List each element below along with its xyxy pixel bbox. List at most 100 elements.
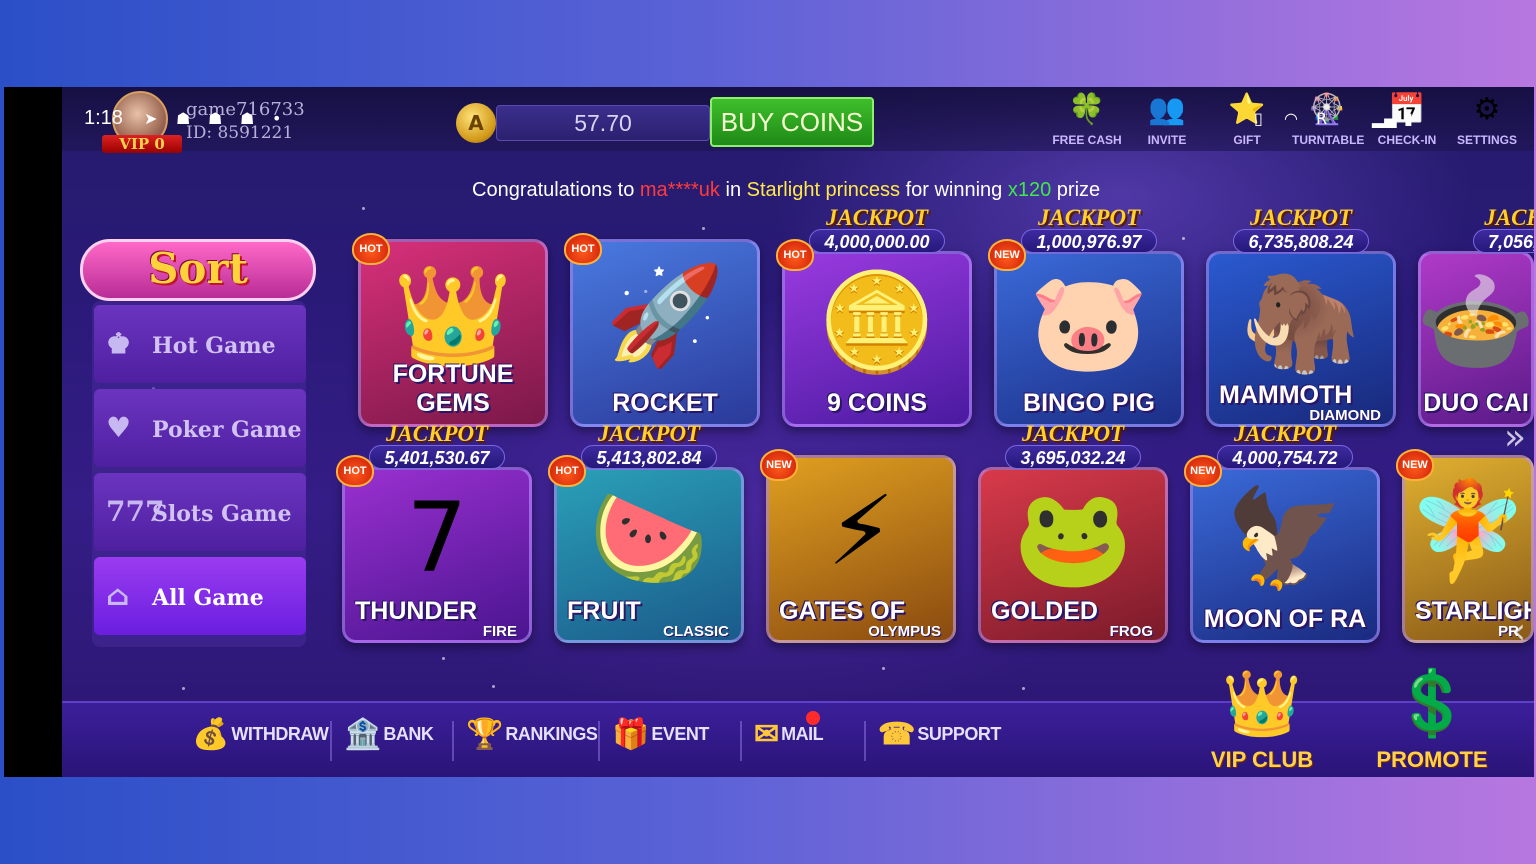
scroll-right-arrow-icon[interactable]: » <box>1504 417 1526 458</box>
bottom-nav-bank[interactable]: 🏦 BANK <box>344 717 434 767</box>
jackpot-banner: JACKPOT 4,000,754.72 <box>1190 422 1380 469</box>
player-username: game716733 <box>186 99 305 120</box>
sort-item-all-game[interactable]: ⌂ All Game <box>94 557 306 635</box>
hot-badge: HOT <box>352 233 390 265</box>
bottom-nav-label: SUPPORT <box>917 724 1001 744</box>
top-nav-settings[interactable]: ⚙ SETTINGS <box>1452 91 1522 149</box>
sort-item-label: Slots Game <box>152 501 292 527</box>
vip-club-label: VIP CLUB <box>1210 747 1314 772</box>
hot-badge: HOT <box>548 455 586 487</box>
top-nav-gift[interactable]: ⭐ GIFT <box>1212 91 1282 149</box>
game-art-icon: 🍉 <box>589 482 709 594</box>
jackpot-banner: JACKPOT 6,735,808.24 <box>1206 206 1396 253</box>
jackpot-value: 4,000,000.00 <box>809 229 945 253</box>
jackpot-title: JACKPOT <box>1021 421 1125 446</box>
win-announcement-marquee: Congratulations to ma****uk in Starlight… <box>472 179 1152 202</box>
bottom-nav-divider <box>598 721 600 761</box>
bottom-nav-label: MAIL <box>781 724 824 744</box>
top-nav-check-in[interactable]: 📅 CHECK-IN <box>1372 91 1442 149</box>
game-title: DUO CAI <box>1423 389 1529 417</box>
withdraw-icon: 💰 <box>192 718 230 751</box>
vip-level-badge[interactable]: VIP 0 <box>102 135 182 153</box>
jackpot-banner: JACKPOT 4,000,000.00 <box>782 205 972 253</box>
crown-icon: ♚ <box>106 327 132 360</box>
bottom-nav-support[interactable]: ☎ SUPPORT <box>878 717 1001 767</box>
game-title: THUNDER <box>355 597 478 625</box>
game-tile-rocket[interactable]: 🚀 ROCKET <box>570 239 760 427</box>
jackpot-value: 5,413,802.84 <box>581 445 717 469</box>
sort-item-slots-game[interactable]: 777 Slots Game <box>94 473 306 551</box>
jackpot-title: JACK <box>1484 205 1534 230</box>
bottom-nav-divider <box>740 721 742 761</box>
game-tile-gates-of[interactable]: ⚡ GATES OF OLYMPUS <box>766 455 956 643</box>
sort-item-poker-game[interactable]: ♥ Poker Game <box>94 389 306 467</box>
new-badge: NEW <box>1396 449 1434 481</box>
marquee-mid2: for winning <box>900 179 1008 201</box>
scroll-left-arrow-icon[interactable]: ‹ <box>1512 611 1526 652</box>
bottom-nav-divider <box>452 721 454 761</box>
marquee-mid: in <box>719 179 747 201</box>
game-subtitle: FIRE <box>482 623 517 640</box>
jackpot-title: JACKPOT <box>385 421 489 446</box>
game-title: BINGO PIG <box>1023 389 1155 417</box>
sort-panel: ♚ Hot Game ♥ Poker Game 777 Slots Game ⌂ All Ga… <box>92 301 306 647</box>
home-icon: ⌂ <box>106 579 130 612</box>
top-nav-label: INVITE <box>1147 133 1187 147</box>
game-tile-9-coins[interactable]: 🪙 9 COINS <box>782 251 972 427</box>
gift-icon: ⭐ <box>1228 92 1266 127</box>
top-nav-free-cash[interactable]: 🍀 FREE CASH <box>1052 91 1122 149</box>
invite-icon: 👥 <box>1148 92 1186 127</box>
game-title: GATES OF <box>779 597 905 625</box>
game-art-icon: 🦅 <box>1225 482 1345 594</box>
game-title: GOLDED <box>991 597 1098 625</box>
bottom-nav-withdraw[interactable]: 💰 WITHDRAW <box>192 717 329 767</box>
game-tile-duo-cai[interactable]: 🍲 DUO CAI <box>1418 251 1534 427</box>
buy-coins-button[interactable]: BUY COINS <box>710 97 874 147</box>
jackpot-value: 6,735,808.24 <box>1233 229 1369 253</box>
game-tile-moon-of-ra[interactable]: 🦅 MOON OF RA <box>1190 467 1380 643</box>
turntable-icon: 🎡 <box>1308 92 1346 127</box>
game-tile-fortune-gems[interactable]: 👑 FORTUNE GEMS <box>358 239 548 427</box>
jackpot-title: JACKPOT <box>1037 205 1141 230</box>
hot-badge: HOT <box>336 455 374 487</box>
bottom-nav-event[interactable]: 🎁 EVENT <box>612 717 709 767</box>
game-tile-fruit[interactable]: 🍉 FRUIT CLASSIC <box>554 467 744 643</box>
top-bar: VIP 0 game716733 ID: 8591221 A 57.70 BUY… <box>62 87 1534 153</box>
top-nav-turntable[interactable]: 🎡 TURNTABLE <box>1292 91 1364 149</box>
vip-club-button[interactable]: 👑 VIP CLUB <box>1192 661 1332 773</box>
mail-icon: ✉ <box>754 718 780 751</box>
jackpot-banner: JACKPOT 3,695,032.24 <box>978 421 1168 469</box>
game-tile-bingo-pig[interactable]: 🐷 BINGO PIG <box>994 251 1184 427</box>
game-tile-golded[interactable]: 🐸 GOLDED FROG <box>978 467 1168 643</box>
top-nav-label: CHECK-IN <box>1377 133 1437 147</box>
top-nav-invite[interactable]: 👥 INVITE <box>1132 91 1202 149</box>
hot-badge: HOT <box>776 239 814 271</box>
support-icon: ☎ <box>878 718 916 751</box>
top-nav: 🍀 FREE CASH 👥 INVITE ⭐ GIFT 🎡 TURNTABLE 📅 CHECK-I… <box>1052 91 1522 149</box>
game-art-icon: 🦣 <box>1241 266 1361 378</box>
game-tile-thunder[interactable]: 7 THUNDER FIRE <box>342 467 532 643</box>
bottom-nav-label: EVENT <box>651 724 709 744</box>
promote-button[interactable]: 💲 PROMOTE <box>1362 661 1502 773</box>
game-art-icon: 🐸 <box>1013 482 1133 594</box>
bottom-nav-rankings[interactable]: 🏆 RANKINGS <box>466 717 598 767</box>
jackpot-title: JACKPOT <box>825 205 929 230</box>
game-art-icon: 👑 <box>393 258 513 371</box>
bottom-nav-label: RANKINGS <box>505 724 598 744</box>
sort-item-hot-game[interactable]: ♚ Hot Game <box>94 305 306 383</box>
jackpot-banner: JACKPOT 1,000,976.97 <box>994 205 1184 253</box>
jackpot-value: 4,000,754.72 <box>1217 445 1353 469</box>
game-title: 9 COINS <box>826 389 928 417</box>
jackpot-title: JACKPOT <box>597 421 701 446</box>
marquee-suffix: prize <box>1051 179 1101 201</box>
player-id: ID: 8591221 <box>186 123 294 143</box>
game-art-icon: 🧚 <box>1408 474 1528 587</box>
game-art-icon: ⚡ <box>827 474 895 587</box>
top-nav-label: SETTINGS <box>1456 133 1517 147</box>
game-title: MOON OF RA <box>1203 605 1367 633</box>
poker-icon: ♥ <box>106 411 132 444</box>
game-lobby: VIP 0 game716733 ID: 8591221 A 57.70 BUY… <box>62 87 1534 777</box>
settings-icon: ⚙ <box>1473 92 1501 127</box>
game-tile-mammoth[interactable]: 🦣 MAMMOTH DIAMOND <box>1206 251 1396 427</box>
game-art-icon: 🚀 <box>605 258 725 371</box>
